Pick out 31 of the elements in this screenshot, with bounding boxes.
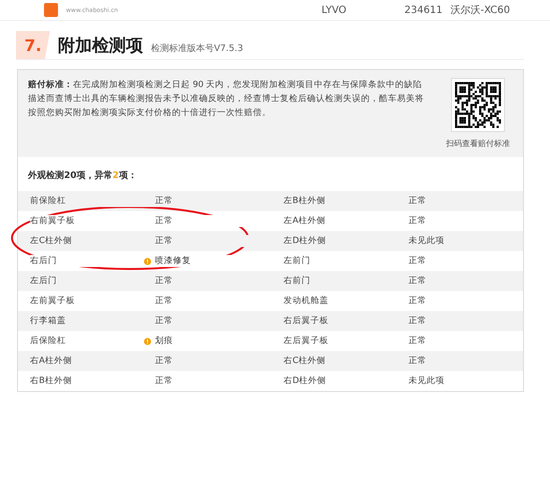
result-text: 正常 xyxy=(408,275,426,287)
qr-caption: 扫码查看赔付标准 xyxy=(446,138,510,149)
result-text: 正常 xyxy=(408,355,426,367)
result-text: 喷漆修复 xyxy=(155,255,191,267)
logo-icon xyxy=(44,3,58,17)
section-title: 附加检测项 xyxy=(58,35,143,58)
result-text: 正常 xyxy=(155,375,173,387)
result-text: 正常 xyxy=(408,255,426,267)
result-text: 正常 xyxy=(408,295,426,307)
compensation-text: 赔付标准：在完成附加检测项检测之日起 90 天内，您发现附加检测项目中存在与保障条款中的缺陷描述而查博士出具的车辆检测报告未予以准确反映的，经查博士复检后确认检测失误的，酷车易美将按照您购买附加检测项实际支付价格的十倍进行一次性赔偿。 xyxy=(28,78,425,120)
result-text: 划痕 xyxy=(155,335,173,347)
result-text: 未见此项 xyxy=(408,235,444,247)
result-text: 正常 xyxy=(155,315,173,327)
result-text: 正常 xyxy=(155,275,173,287)
result-text: 正常 xyxy=(155,355,173,367)
result-text: 正常 xyxy=(155,295,173,307)
vin-text: LYVO xyxy=(321,4,346,16)
result-text: 正常 xyxy=(408,335,426,347)
result-text: 正常 xyxy=(155,215,173,227)
result-text: 正常 xyxy=(408,215,426,227)
qr-code-icon xyxy=(451,78,505,132)
result-text: 正常 xyxy=(408,195,426,207)
summary-text: 外观检测20项，异常2项： xyxy=(26,169,138,183)
result-text: 正常 xyxy=(408,315,426,327)
car-model: 沃尔沃-XC60 xyxy=(450,4,510,17)
standard-version: 检测标准版本号V7.5.3 xyxy=(151,42,244,56)
mileage-text: 234611 xyxy=(404,4,443,16)
section-number: 7. xyxy=(16,31,50,59)
result-text: 未见此项 xyxy=(408,375,444,387)
result-text: 正常 xyxy=(155,235,173,247)
result-text: 正常 xyxy=(155,195,173,207)
